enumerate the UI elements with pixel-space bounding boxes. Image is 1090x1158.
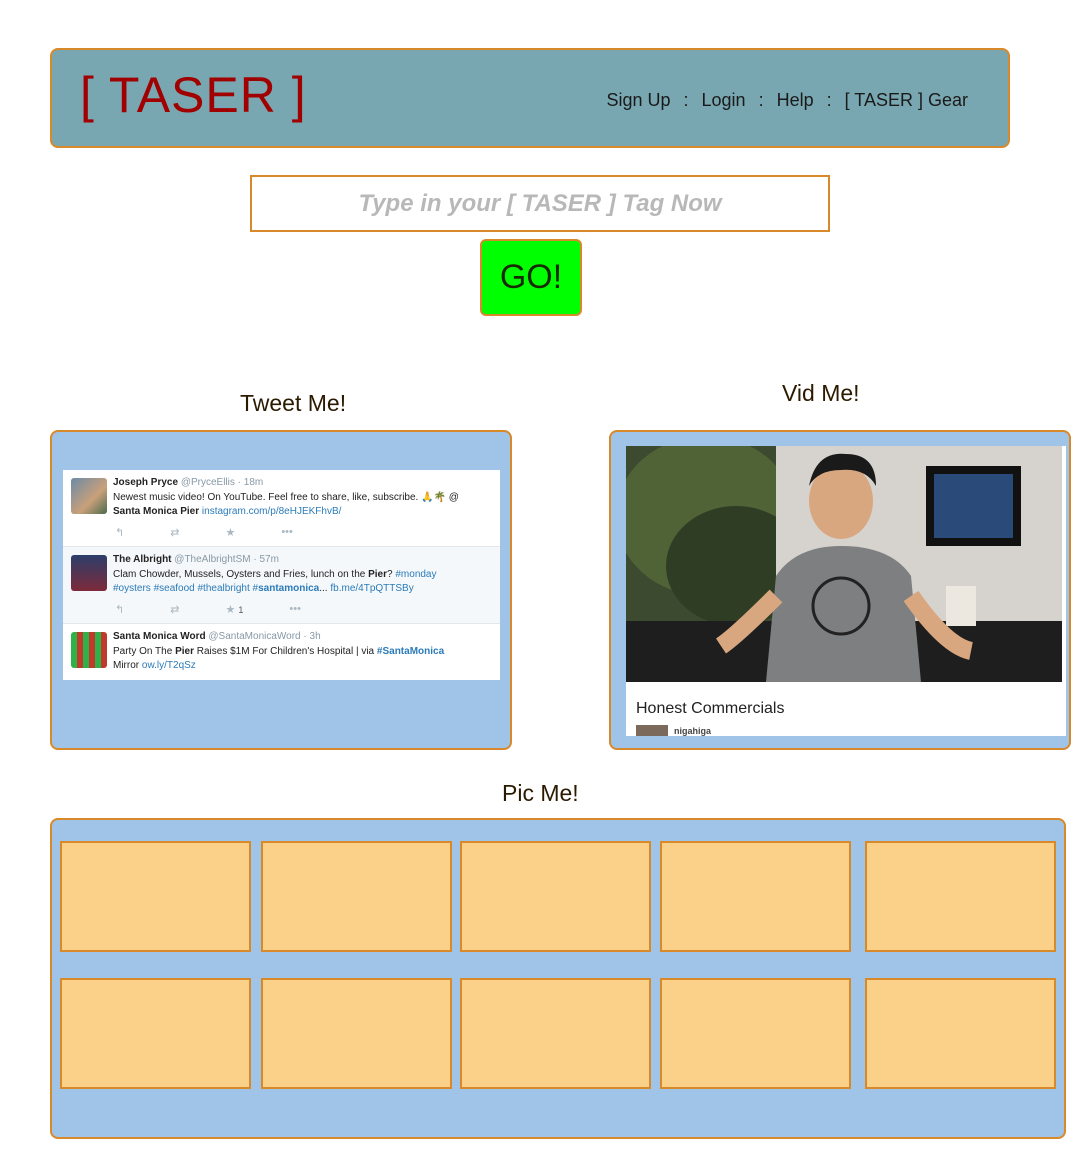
pic-tile[interactable] [60, 841, 251, 952]
nav-gear[interactable]: [ TASER ] Gear [845, 90, 968, 111]
avatar[interactable] [71, 632, 107, 668]
tweet-text: Party On The Pier Raises $1M For Childre… [113, 645, 492, 673]
pic-tile[interactable] [865, 841, 1056, 952]
pic-panel [50, 818, 1066, 1139]
tweet-handle: @PryceEllis · 18m [180, 477, 264, 488]
video-player[interactable] [626, 446, 1062, 682]
tweet-bold: Pier [175, 646, 194, 657]
nav-separator: : [683, 90, 689, 110]
pic-tile[interactable] [60, 978, 251, 1089]
tweet-hashtag[interactable]: #SantaMonica [377, 646, 444, 657]
tweet-text: Clam Chowder, Mussels, Oysters and Fries… [113, 568, 492, 596]
tweet-item[interactable]: Joseph Pryce @PryceEllis · 18m Newest mu… [63, 470, 500, 547]
channel-name[interactable]: nigahiga [674, 726, 711, 736]
nav-help[interactable]: Help [777, 90, 814, 111]
tweet-place[interactable]: Santa Monica Pier [113, 506, 199, 517]
channel-avatar[interactable] [636, 725, 668, 736]
pic-tile[interactable] [261, 841, 452, 952]
retweet-icon[interactable]: ⇄ [170, 603, 179, 616]
more-icon[interactable]: ••• [281, 526, 293, 539]
tweet-link[interactable]: fb.me/4TpQTTSBy [330, 583, 413, 594]
video-title[interactable]: Honest Commercials [636, 700, 784, 718]
tweet-item[interactable]: Santa Monica Word @SantaMonicaWord · 3h … [63, 624, 500, 680]
favorite-count: 1 [238, 605, 244, 615]
tweet-text-body: Newest music video! On YouTube. Feel fre… [113, 492, 459, 503]
pic-tile[interactable] [261, 978, 452, 1089]
video-thumbnail [626, 446, 1062, 682]
tweet-handle: @TheAlbrightSM · 57m [174, 554, 279, 565]
tweet-item[interactable]: The Albright @TheAlbrightSM · 57m Clam C… [63, 547, 500, 624]
tweet-text-body: Raises $1M For Children's Hospital | via [196, 646, 375, 657]
nav-login[interactable]: Login [702, 90, 746, 111]
tweet-section-title: Tweet Me! [240, 390, 347, 416]
twitter-timeline[interactable]: Joseph Pryce @PryceEllis · 18m Newest mu… [63, 470, 500, 680]
video-section-title: Vid Me! [782, 380, 860, 406]
pic-tile[interactable] [660, 978, 851, 1089]
pic-tile[interactable] [865, 978, 1056, 1089]
pic-tile[interactable] [660, 841, 851, 952]
reply-icon[interactable]: ↰ [115, 526, 124, 539]
more-icon[interactable]: ••• [289, 603, 301, 616]
avatar[interactable] [71, 478, 107, 514]
tweet-text-body: Mirror [113, 660, 140, 671]
tweet-text: Newest music video! On YouTube. Feel fre… [113, 491, 492, 519]
tweet-panel: Joseph Pryce @PryceEllis · 18m Newest mu… [50, 430, 512, 750]
favorite-icon[interactable]: ★ [225, 604, 235, 616]
tweet-text-body: ? [387, 569, 393, 580]
top-nav: Sign Up : Login : Help : [ TASER ] Gear [606, 90, 968, 111]
nav-separator: : [758, 90, 764, 110]
tweet-handle: @SantaMonicaWord · 3h [208, 631, 321, 642]
go-button[interactable]: GO! [480, 239, 582, 316]
tweet-link[interactable]: instagram.com/p/8eHJEKFhvB/ [202, 506, 342, 517]
tweet-link[interactable]: ow.ly/T2qSz [142, 660, 196, 671]
favorite-icon[interactable]: ★ 1 [225, 603, 243, 616]
reply-icon[interactable]: ↰ [115, 603, 124, 616]
avatar[interactable] [71, 555, 107, 591]
tweet-author-name[interactable]: Santa Monica Word [113, 631, 206, 642]
tweet-actions: ↰ ⇄ ★ 1 ••• [115, 603, 301, 616]
pic-section-title: Pic Me! [502, 780, 579, 806]
nav-sign-up[interactable]: Sign Up [606, 90, 670, 111]
tweet-author-name[interactable]: Joseph Pryce [113, 477, 178, 488]
tweet-bold: Pier [368, 569, 388, 580]
pic-tile[interactable] [460, 978, 651, 1089]
tag-search-input[interactable] [250, 175, 830, 232]
video-panel: Honest Commercials nigahiga [609, 430, 1071, 750]
site-header: [ TASER ] Sign Up : Login : Help : [ TAS… [50, 48, 1010, 148]
tweet-actions: ↰ ⇄ ★ ••• [115, 526, 293, 539]
site-logo[interactable]: [ TASER ] [80, 66, 307, 124]
tweet-hashtag[interactable]: #oysters #seafood #thealbright # [113, 583, 258, 594]
video-embed[interactable]: Honest Commercials nigahiga [626, 446, 1066, 736]
tweet-text-body: Clam Chowder, Mussels, Oysters and Fries… [113, 569, 366, 580]
retweet-icon[interactable]: ⇄ [170, 526, 179, 539]
tweet-text-body: Party On The [113, 646, 173, 657]
tweet-hashtag[interactable]: santamonica [258, 583, 319, 594]
video-channel[interactable]: nigahiga [636, 725, 711, 736]
favorite-icon[interactable]: ★ [225, 526, 235, 539]
nav-separator: : [826, 90, 832, 110]
tweet-text-body: ... [319, 583, 328, 594]
tweet-hashtag[interactable]: #monday [395, 569, 436, 580]
tweet-author-name[interactable]: The Albright [113, 554, 172, 565]
pic-tile[interactable] [460, 841, 651, 952]
